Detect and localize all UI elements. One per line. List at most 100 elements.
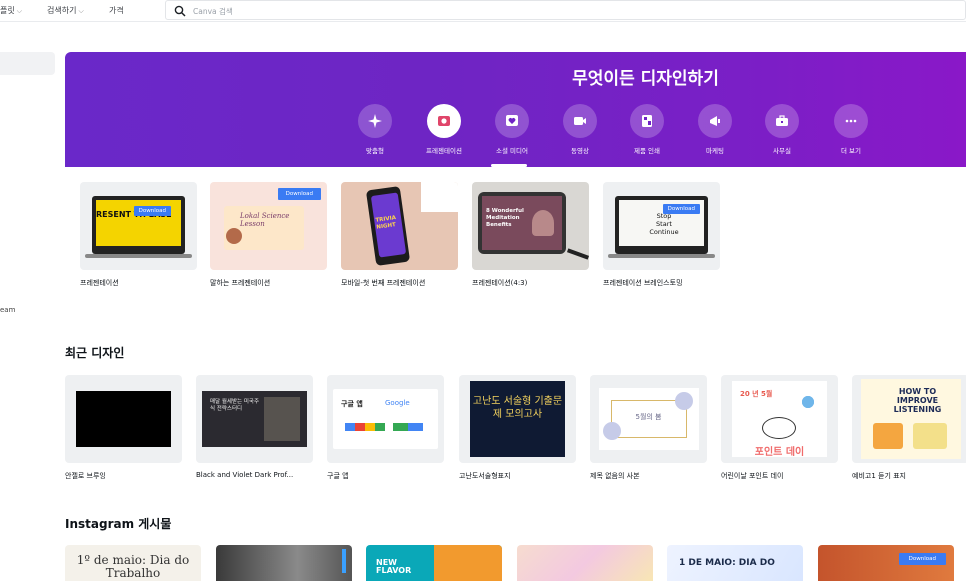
category-more[interactable]: 더 보기 xyxy=(816,104,886,155)
recent-designs-title: 최근 디자인 xyxy=(65,346,125,360)
download-badge: Download xyxy=(133,206,171,216)
design-thumbnail: 20 년 5월 포인트 데이 xyxy=(721,375,838,463)
download-badge: Download xyxy=(898,553,946,565)
template-thumb-text: 8 Wonderful Meditation Benefits xyxy=(486,208,524,228)
recent-design-card[interactable]: 고난도 서술형 기출문제 모의고사 고난도서술형표지 xyxy=(459,375,576,481)
template-thumbnail: Stop Start Continue Download xyxy=(603,182,720,270)
sidebar-team-label[interactable]: eam xyxy=(0,306,15,314)
template-thumbnail: TRIVIA NIGHT xyxy=(341,182,458,270)
category-social-media[interactable]: 소셜 미디어 xyxy=(477,104,547,155)
print-icon xyxy=(630,104,664,138)
top-nav-bar: 플릿 ⌵ 검색하기 ⌵ 가격 Canva 검색 xyxy=(0,0,966,22)
nav-templates-menu[interactable]: 플릿 ⌵ xyxy=(0,5,22,16)
instagram-template-card[interactable]: NEW FLAVOR xyxy=(366,545,502,581)
category-label: 동영상 xyxy=(571,147,589,155)
sparkle-icon xyxy=(358,104,392,138)
design-thumbnail: 고난도 서술형 기출문제 모의고사 xyxy=(459,375,576,463)
design-thumb-text: HOW TO IMPROVE LISTENING xyxy=(893,387,942,414)
briefcase-icon xyxy=(765,104,799,138)
chevron-down-icon: ⌵ xyxy=(78,7,84,15)
category-custom[interactable]: 맞춤형 xyxy=(340,104,410,155)
nav-templates-label: 플릿 xyxy=(0,6,15,15)
category-label: 프레젠테이션 xyxy=(426,147,462,155)
design-thumbnail: 5월의 봄 xyxy=(590,375,707,463)
category-presentation[interactable]: 프레젠테이션 xyxy=(409,104,479,155)
design-thumb-text: 5월의 봄 xyxy=(635,413,662,421)
design-thumb-text: 매달 월세받는 미국주식 전략스터디 xyxy=(210,399,260,412)
hero-banner: 무엇이든 디자인하기 맞춤형 프레젠테이션 소셜 미디어 동영상 제품 인쇄 마… xyxy=(65,52,966,167)
instagram-template-card[interactable]: Download xyxy=(818,545,954,581)
category-label: 마케팅 xyxy=(706,147,724,155)
nav-pricing-link[interactable]: 가격 xyxy=(109,5,124,16)
design-thumbnail: HOW TO IMPROVE LISTENING xyxy=(852,375,966,463)
search-input[interactable]: Canva 검색 xyxy=(165,0,966,20)
instagram-template-card[interactable]: 1 DE MAIO: DIA DO xyxy=(667,545,803,581)
nav-explore-label: 검색하기 xyxy=(47,6,77,15)
video-icon xyxy=(563,104,597,138)
search-icon xyxy=(174,5,186,17)
template-thumb-text: Stop Start Continue xyxy=(649,212,679,236)
design-name: 안젤로 브루잉 xyxy=(65,472,106,480)
design-thumb-text: 포인트 데이 xyxy=(754,447,805,457)
design-thumb-text: 고난도 서술형 기출문제 모의고사 xyxy=(472,396,563,420)
recent-design-card[interactable]: 안젤로 브루잉 xyxy=(65,375,182,481)
template-card[interactable]: TRIVIA NIGHT 모바일-첫 번째 프레젠테이션 xyxy=(341,182,458,288)
recent-design-card[interactable]: 5월의 봄 제목 없음의 사본 xyxy=(590,375,707,481)
category-label: 사무실 xyxy=(773,147,791,155)
recent-design-card[interactable]: HOW TO IMPROVE LISTENING 예비고1 듣기 표지 xyxy=(852,375,966,481)
category-label: 소셜 미디어 xyxy=(496,147,528,155)
template-name: 프레젠테이션 브레인스토밍 xyxy=(603,279,683,287)
instagram-posts-title: Instagram 게시물 xyxy=(65,517,172,531)
template-thumb-text: Lokal Science Lesson xyxy=(240,212,290,228)
template-name: 말하는 프레젠테이션 xyxy=(210,279,271,287)
google-logo: Google xyxy=(385,399,410,407)
category-marketing[interactable]: 마케팅 xyxy=(680,104,750,155)
recent-design-card[interactable]: 20 년 5월 포인트 데이 어린이날 포인트 데이 xyxy=(721,375,838,481)
instagram-thumb-text: NEW FLAVOR xyxy=(376,558,412,575)
chevron-down-icon: ⌵ xyxy=(16,7,23,15)
heart-icon xyxy=(495,104,529,138)
template-card[interactable]: 8 Wonderful Meditation Benefits 프레젠테이션(4… xyxy=(472,182,589,288)
template-name: 모바일-첫 번째 프레젠테이션 xyxy=(341,279,426,287)
instagram-thumb-text: 1º de maio: Dia do Trabalho xyxy=(76,553,190,580)
nav-explore-menu[interactable]: 검색하기 ⌵ xyxy=(47,5,84,16)
template-card[interactable]: Lokal Science Lesson Download 말하는 프레젠테이션 xyxy=(210,182,327,288)
instagram-thumb-text: 1 DE MAIO: DIA DO xyxy=(679,558,775,568)
category-label: 맞춤형 xyxy=(366,147,384,155)
design-name: Black and Violet Dark Prof... xyxy=(196,471,294,479)
template-thumbnail: Lokal Science Lesson Download xyxy=(210,182,327,270)
recent-design-card[interactable]: 구글 앱 Google 구글 앱 xyxy=(327,375,444,481)
hero-title: 무엇이든 디자인하기 xyxy=(572,69,719,89)
design-name: 제목 없음의 사본 xyxy=(590,472,640,480)
template-card[interactable]: Stop Start Continue Download 프레젠테이션 브레인스… xyxy=(603,182,720,288)
template-name: 프레젠테이션 xyxy=(80,279,119,287)
design-name: 구글 앱 xyxy=(327,472,349,480)
design-name: 어린이날 포인트 데이 xyxy=(721,472,784,480)
template-strip: RESENT TH EASE Download 프레젠테이션 Lokal Sci… xyxy=(65,167,966,312)
category-video[interactable]: 동영상 xyxy=(545,104,615,155)
template-name: 프레젠테이션(4:3) xyxy=(472,279,528,287)
template-thumbnail: RESENT TH EASE Download xyxy=(80,182,197,270)
design-thumbnail xyxy=(65,375,182,463)
template-card[interactable]: RESENT TH EASE Download 프레젠테이션 xyxy=(80,182,197,288)
design-thumbnail: 구글 앱 Google xyxy=(327,375,444,463)
recent-design-card[interactable]: 매달 월세받는 미국주식 전략스터디 Black and Violet Dark… xyxy=(196,375,313,479)
download-badge: Download xyxy=(662,204,700,214)
more-icon xyxy=(834,104,868,138)
search-placeholder: Canva 검색 xyxy=(193,7,233,16)
category-print[interactable]: 제품 인쇄 xyxy=(612,104,682,155)
category-label: 더 보기 xyxy=(840,147,861,155)
category-office[interactable]: 사무실 xyxy=(747,104,817,155)
download-badge: Download xyxy=(277,188,321,200)
instagram-template-card[interactable] xyxy=(216,545,352,581)
sidebar-item-home[interactable] xyxy=(0,52,55,75)
instagram-template-card[interactable] xyxy=(517,545,653,581)
design-thumb-text: 구글 앱 xyxy=(341,400,363,408)
nav-pricing-label: 가격 xyxy=(109,6,124,15)
design-name: 고난도서술형표지 xyxy=(459,472,511,480)
design-thumb-small-text: 20 년 5월 xyxy=(740,390,773,398)
presentation-icon xyxy=(427,104,461,138)
template-thumbnail: 8 Wonderful Meditation Benefits xyxy=(472,182,589,270)
instagram-template-card[interactable]: 1º de maio: Dia do Trabalho xyxy=(65,545,201,581)
category-label: 제품 인쇄 xyxy=(634,147,660,155)
